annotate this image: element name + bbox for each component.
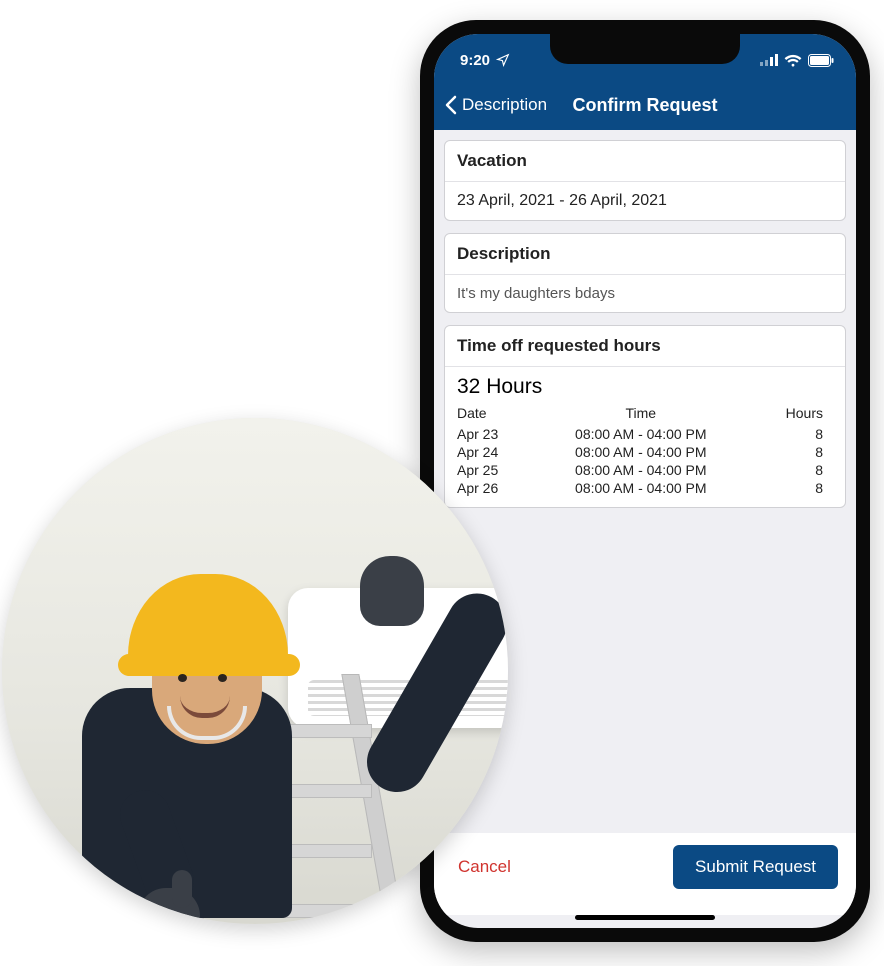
request-type-label: Vacation <box>445 141 845 182</box>
hours-label: Time off requested hours <box>445 326 845 367</box>
home-indicator <box>575 915 715 920</box>
description-label: Description <box>445 234 845 275</box>
cell-signal-icon <box>760 54 778 66</box>
page-title: Confirm Request <box>572 95 717 116</box>
cell-time: 08:00 AM - 04:00 PM <box>534 425 747 443</box>
phone-notch <box>550 34 740 64</box>
col-time: Time <box>534 403 747 425</box>
cell-time: 08:00 AM - 04:00 PM <box>534 443 747 461</box>
request-date-range: 23 April, 2021 - 26 April, 2021 <box>445 182 845 220</box>
cell-hours: 8 <box>747 461 845 479</box>
location-icon <box>496 53 510 67</box>
back-button[interactable]: Description <box>444 95 547 115</box>
worker-photo <box>2 418 508 924</box>
hours-total: 32 Hours <box>445 367 845 403</box>
chevron-left-icon <box>444 95 458 115</box>
cell-time: 08:00 AM - 04:00 PM <box>534 479 747 497</box>
cell-hours: 8 <box>747 425 845 443</box>
submit-button[interactable]: Submit Request <box>673 845 838 889</box>
cell-hours: 8 <box>747 443 845 461</box>
cell-hours: 8 <box>747 479 845 497</box>
description-value: It's my daughters bdays <box>445 275 845 312</box>
battery-icon <box>808 54 834 67</box>
wifi-icon <box>784 54 802 67</box>
description-card: Description It's my daughters bdays <box>444 233 846 313</box>
back-label: Description <box>462 95 547 115</box>
status-time: 9:20 <box>460 52 490 69</box>
cell-time: 08:00 AM - 04:00 PM <box>534 461 747 479</box>
nav-bar: Description Confirm Request <box>434 80 856 130</box>
col-hours: Hours <box>747 403 845 425</box>
request-type-card: Vacation 23 April, 2021 - 26 April, 2021 <box>444 140 846 221</box>
